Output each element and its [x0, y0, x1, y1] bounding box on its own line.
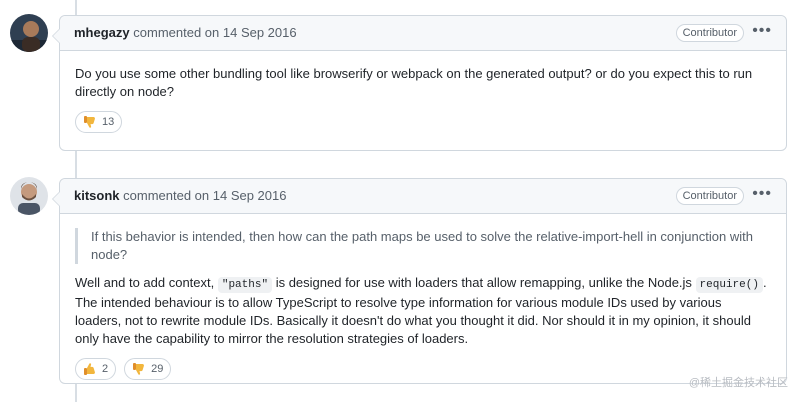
inline-code-require: require() — [695, 277, 763, 293]
more-options-icon[interactable]: ••• — [752, 185, 772, 203]
comment-header: kitsonk commented on 14 Sep 2016 Contrib… — [60, 179, 786, 214]
contributor-badge: Contributor — [675, 187, 744, 205]
reaction-thumbs-down[interactable]: 29 — [124, 358, 172, 380]
thumbs-down-icon — [83, 115, 97, 129]
reactions-bar: 13 — [60, 111, 786, 133]
comment-2: kitsonk commented on 14 Sep 2016 Contrib… — [52, 178, 787, 384]
comment-text: Well and to add context, "paths" is desi… — [75, 274, 771, 348]
comment-1: mhegazy commented on 14 Sep 2016 Contrib… — [52, 15, 787, 151]
comment-body: Do you use some other bundling tool like… — [60, 51, 786, 101]
reaction-count: 2 — [102, 363, 109, 375]
more-options-icon[interactable]: ••• — [752, 22, 772, 40]
blockquote: If this behavior is intended, then how c… — [75, 228, 771, 264]
thumbs-up-icon — [83, 362, 97, 376]
author-name[interactable]: kitsonk — [74, 188, 120, 203]
comment-body: If this behavior is intended, then how c… — [60, 214, 786, 348]
thumbs-down-icon — [132, 362, 146, 376]
avatar-mhegazy[interactable] — [10, 14, 48, 52]
reaction-count: 29 — [151, 363, 164, 375]
inline-code-paths: "paths" — [217, 277, 273, 293]
comment-author-line: mhegazy commented on 14 Sep 2016 — [74, 25, 297, 40]
watermark: @稀土掘金技术社区 — [688, 377, 788, 389]
comment-author-line: kitsonk commented on 14 Sep 2016 — [74, 188, 286, 203]
contributor-badge: Contributor — [675, 24, 744, 42]
avatar-kitsonk[interactable] — [10, 177, 48, 215]
text-segment: Well and to add context, — [75, 275, 218, 290]
reaction-count: 13 — [102, 116, 115, 128]
text-segment: is designed for use with loaders that al… — [272, 275, 696, 290]
reaction-thumbs-down[interactable]: 13 — [75, 111, 123, 133]
comment-timestamp[interactable]: commented on 14 Sep 2016 — [133, 25, 296, 40]
reactions-bar: 2 29 — [60, 358, 786, 380]
comment-header: mhegazy commented on 14 Sep 2016 Contrib… — [60, 16, 786, 51]
reaction-thumbs-up[interactable]: 2 — [75, 358, 117, 380]
comment-timestamp[interactable]: commented on 14 Sep 2016 — [123, 188, 286, 203]
comment-text: Do you use some other bundling tool like… — [75, 66, 753, 99]
author-name[interactable]: mhegazy — [74, 25, 130, 40]
